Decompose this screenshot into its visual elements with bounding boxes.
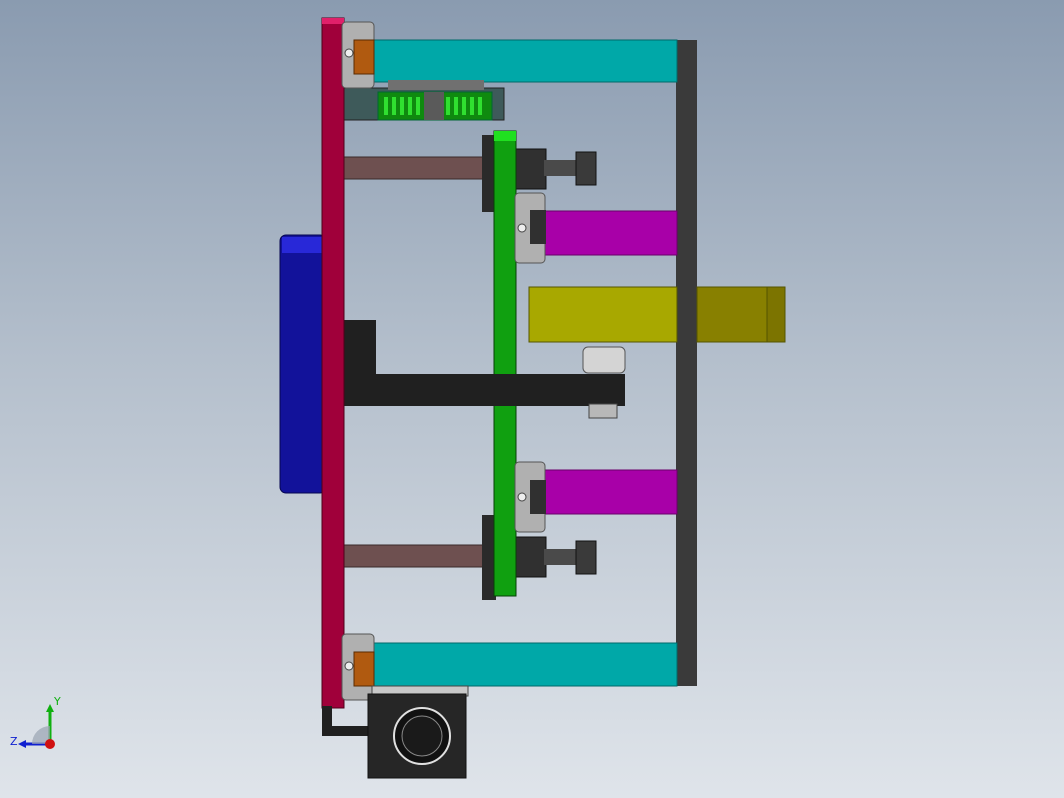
bottom-carriage-screw: [344, 661, 354, 671]
z-axis-head: [18, 740, 26, 748]
blue-motor: [279, 234, 327, 494]
pulley-shaft-top: [388, 80, 484, 90]
main-crimson-plate: [321, 17, 345, 709]
graphics-viewport[interactable]: Y Z: [0, 0, 1064, 798]
lower-bolt-head: [575, 540, 597, 575]
roller-wheel: [582, 346, 626, 374]
pulley-hub: [424, 92, 444, 120]
olive-block-end: [766, 286, 786, 343]
upper-bolt-shank: [544, 160, 580, 176]
olive-block-back: [696, 286, 768, 343]
upper-slider-pad: [530, 210, 546, 244]
green-carriage-plate: [493, 130, 517, 597]
y-axis-head: [46, 704, 54, 712]
bottom-cyan-rail: [371, 642, 678, 687]
lower-magenta-rail: [544, 469, 678, 515]
bottom-stepper-shaft: [401, 715, 443, 757]
upper-rod: [343, 156, 485, 180]
upper-bolt-head: [575, 151, 597, 186]
reference-triad: Y Z: [8, 695, 68, 758]
green-plate-top-edge: [494, 131, 516, 141]
lower-nut: [513, 536, 547, 578]
upper-nut: [513, 148, 547, 190]
cad-model[interactable]: [0, 0, 1064, 798]
roller-screw: [588, 403, 618, 419]
top-carriage-screw: [344, 48, 354, 58]
main-plate-top-edge: [322, 18, 344, 24]
top-cyan-rail: [371, 39, 678, 83]
upper-magenta-rail: [544, 210, 678, 256]
upper-slider-screw: [517, 223, 527, 233]
z-axis-label: Z: [10, 735, 18, 748]
lower-slider-pad: [530, 480, 546, 514]
top-carriage-pad: [353, 39, 375, 75]
olive-block: [528, 286, 678, 343]
bottom-bracket: [322, 706, 370, 736]
lower-bolt-shank: [544, 549, 580, 565]
x-axis-dot: [45, 739, 55, 749]
y-axis-label: Y: [54, 695, 61, 708]
blue-motor-highlight: [282, 237, 324, 253]
lower-rod: [343, 544, 485, 568]
bottom-carriage-pad: [353, 651, 375, 687]
lower-slider-screw: [517, 492, 527, 502]
right-frame-bar: [676, 40, 697, 686]
